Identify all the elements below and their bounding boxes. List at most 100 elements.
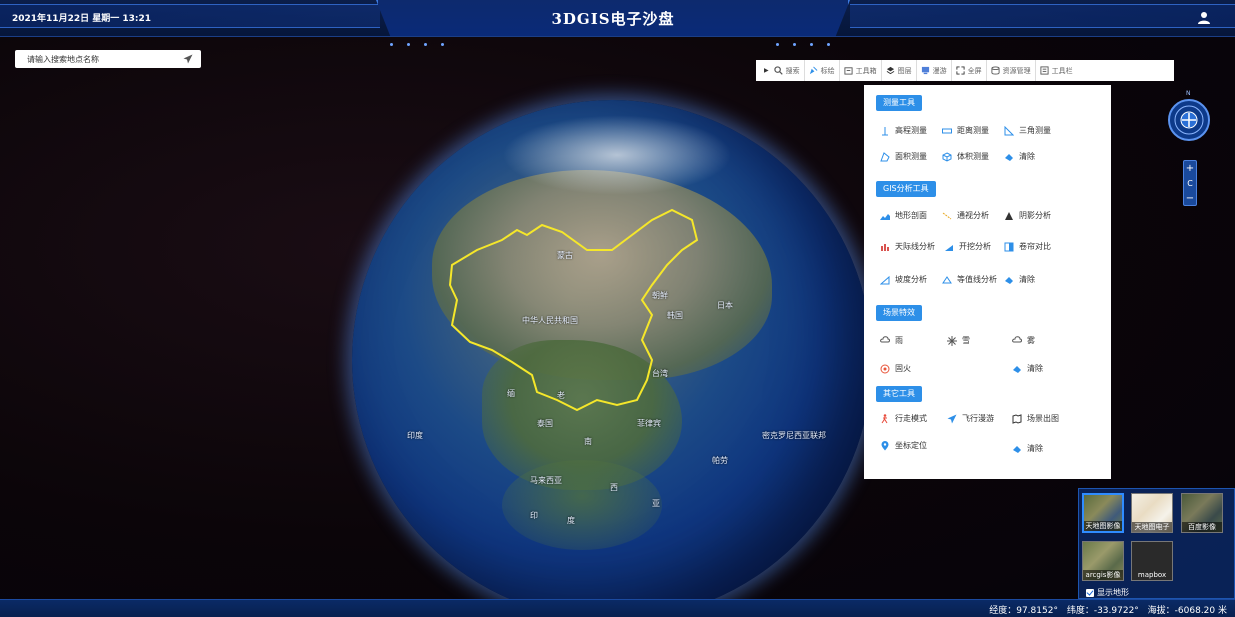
user-icon[interactable] [1197,11,1211,25]
zoom-in-button[interactable]: + [1184,161,1196,176]
toolbar-toolbar[interactable]: 工具栏 [1036,60,1077,81]
tool-swipe-compare[interactable]: 卷帘对比 [1004,241,1051,252]
main-toolbar: ▶ 搜索 标绘 工具箱 图层 漫游 全屏 资源管理 工具栏 [756,60,1174,81]
basemap-arcgis-image[interactable]: arcgis影像 [1082,541,1124,581]
compass-north-label: N [1186,90,1191,97]
terrain-toggle[interactable]: 显示地形 [1086,587,1129,598]
tool-slope[interactable]: 坡度分析 [880,274,927,285]
toolbar-roam[interactable]: 漫游 [917,60,952,81]
toolbar-label: 搜索 [785,66,800,75]
globe-view[interactable]: 中华人民共和国 蒙古 朝鲜 韩国 日本 泰国 马来西亚 菲律宾 帕劳 印 度 西… [352,100,872,617]
eraser-icon [1013,365,1021,373]
ruler-icon [942,128,952,133]
tool-scene-export[interactable]: 场景出图 [1012,413,1059,424]
tool-rain[interactable]: 雨 [880,335,903,346]
line-of-sight-icon [942,212,952,219]
globe-label: 密克罗尼西亚联邦 [762,431,826,440]
toolbar-resource[interactable]: 资源管理 [987,60,1036,81]
tool-coord-locate[interactable]: 坐标定位 [880,440,927,451]
globe-label: 亚 [652,499,660,508]
tool-skyline[interactable]: 天际线分析 [880,241,935,252]
send-icon[interactable] [183,54,193,64]
tool-fire[interactable]: 固火 [880,363,911,374]
globe-label: 菲律宾 [637,419,661,428]
globe-label: 朝鲜 [652,291,668,300]
tool-label: 清除 [1019,152,1035,161]
altitude-readout: 海拔：-6068.20 米 [1147,606,1227,616]
globe-label: 帕劳 [712,456,728,465]
tool-label: 等值线分析 [957,275,997,284]
zoom-out-button[interactable]: − [1184,191,1196,206]
tool-label: 通视分析 [957,211,989,220]
toolbar-label: 工具栏 [1051,66,1073,75]
basemap-baidu-image[interactable]: 百度影像 [1181,493,1223,533]
toolbar-label: 漫游 [932,66,947,75]
tool-elevation-measure[interactable]: 高程测量 [880,125,927,136]
tool-triangle-measure[interactable]: 三角测量 [1004,125,1051,136]
tool-snow[interactable]: 雪 [947,335,970,346]
status-bar: 经度：97.8152° 纬度：-33.9722° 海拔：-6068.20 米 [0,599,1235,617]
terrain-profile-icon [880,213,890,220]
tool-excavation[interactable]: 开挖分析 [944,241,991,252]
section-gis[interactable]: GIS分析工具 [876,181,936,197]
tool-label: 三角测量 [1019,126,1051,135]
tool-label: 开挖分析 [959,242,991,251]
slope-icon [880,275,890,284]
globe-label: 度 [567,516,575,525]
basemap-panel: 天地图影像 天地图电子 百度影像 arcgis影像 mapbox [1078,488,1235,599]
toolbar-label: 标绘 [820,66,835,75]
roam-icon [921,66,929,75]
tool-contour[interactable]: 等值线分析 [942,274,997,285]
fire-icon [880,364,890,373]
tool-walk-mode[interactable]: 行走模式 [880,413,927,424]
section-effects[interactable]: 场景特效 [876,305,922,321]
basemap-tianditu-image[interactable]: 天地图影像 [1082,493,1124,533]
tool-label: 场景出图 [1027,414,1059,423]
walk-icon [881,413,888,423]
skyline-icon [881,243,889,251]
globe-label: 中华人民共和国 [522,316,578,325]
compass-icon[interactable] [1167,98,1211,142]
draw-icon [809,66,818,75]
tool-visibility[interactable]: 通视分析 [942,210,989,221]
coordinate-readout: 经度：97.8152° 纬度：-33.9722° 海拔：-6068.20 米 [983,603,1227,616]
collapse-arrow-icon[interactable]: ▶ [764,67,769,74]
globe-label: 泰国 [537,419,553,428]
basemap-tianditu-vector[interactable]: 天地图电子 [1131,493,1173,533]
tool-gis-clear[interactable]: 清除 [1004,274,1035,285]
toolbar-toolbox[interactable]: 工具箱 [840,60,882,81]
basemap-mapbox[interactable]: mapbox [1131,541,1173,581]
rain-icon [880,335,890,342]
tool-area-measure[interactable]: 面积测量 [880,151,927,162]
tool-label: 体积测量 [957,152,989,161]
zoom-reset-button[interactable]: C [1184,176,1196,191]
basemap-label: arcgis影像 [1083,570,1123,580]
tool-distance-measure[interactable]: 距离测量 [942,125,989,136]
terrain-checkbox[interactable] [1086,588,1094,597]
toolbar-draw[interactable]: 标绘 [805,60,840,81]
section-measure[interactable]: 测量工具 [876,95,922,111]
toolbar-fullscreen[interactable]: 全屏 [952,60,987,81]
tool-fog[interactable]: 雾 [1012,335,1035,346]
tool-label: 坡度分析 [895,275,927,284]
tool-measure-clear[interactable]: 清除 [1004,151,1035,162]
tool-other-clear[interactable]: 清除 [1012,443,1043,454]
tool-shadow[interactable]: 阴影分析 [1004,210,1051,221]
eraser-icon [1013,445,1021,453]
tool-label: 雪 [962,336,970,345]
tool-label: 阴影分析 [1019,211,1051,220]
snow-icon [947,335,957,346]
tool-label: 高程测量 [895,126,927,135]
tool-terrain-profile[interactable]: 地形剖面 [880,210,927,221]
section-other[interactable]: 其它工具 [876,386,922,402]
tool-effects-clear[interactable]: 清除 [1012,363,1043,374]
search-input[interactable] [15,50,175,68]
elevation-icon [882,126,888,135]
toolbar-layers[interactable]: 图层 [882,60,917,81]
toolbar-search[interactable]: ▶ 搜索 [760,60,805,81]
header-bar-right [850,4,1235,28]
app: 2021年11月22日 星期一 13:21 3DGIS电子沙盘 中华人民共和国 … [0,0,1235,617]
tool-volume-measure[interactable]: 体积测量 [942,151,989,162]
resource-icon [991,66,1000,75]
tool-fly-roam[interactable]: 飞行漫游 [947,413,994,424]
